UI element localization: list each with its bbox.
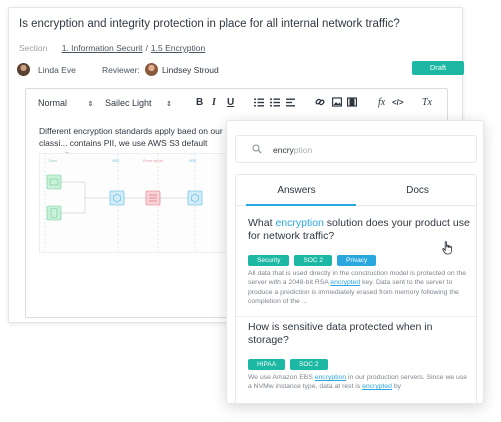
status-badge[interactable]: Draft <box>412 61 464 75</box>
italic-icon[interactable]: I <box>212 97 216 108</box>
section-label: Section <box>19 43 48 53</box>
breadcrumb-subsection-link[interactable]: 1.5 Encryption <box>151 43 205 53</box>
result-item[interactable]: What encryption solution does your produ… <box>248 217 470 306</box>
ordered-list-icon[interactable] <box>254 98 264 107</box>
code-icon[interactable]: </> <box>392 97 404 108</box>
search-input[interactable]: encryption <box>235 135 477 163</box>
result-tags: Security SOC 2 Privacy <box>248 249 470 266</box>
results-tabs: Answers Docs <box>236 175 476 206</box>
search-autocomplete: ption <box>293 145 313 155</box>
chevron-updown-icon: ⇕ <box>166 101 172 108</box>
tab-answers[interactable]: Answers <box>236 175 357 206</box>
tab-docs[interactable]: Docs <box>357 175 478 206</box>
diagram-label-vbs: VBS <box>112 159 120 163</box>
video-icon[interactable] <box>347 97 357 107</box>
question-title: Is encryption and integrity protection i… <box>19 18 400 30</box>
snippet-text: by <box>391 383 402 391</box>
result-title[interactable]: How is sensitive data protected when in … <box>248 321 470 347</box>
snippet-text: We use Amazon EBS <box>248 374 315 381</box>
bold-icon[interactable]: B <box>196 97 203 108</box>
search-panel: encryption Answers Docs What encryption … <box>226 120 484 404</box>
reviewer-name[interactable]: Lindsey Stroud <box>162 65 219 75</box>
result-item[interactable]: How is sensitive data protected when in … <box>248 321 470 392</box>
paragraph-style-label: Normal <box>38 98 68 108</box>
paragraph-style-select[interactable]: Normal ⇕ <box>38 98 93 108</box>
align-left-icon[interactable] <box>286 98 296 107</box>
result-divider <box>236 316 476 317</box>
font-select[interactable]: Sailec Light ⇕ <box>105 98 172 108</box>
assignment-row: Linda Eve Reviewer: Lindsey Stroud Draft <box>17 60 464 78</box>
bullet-list-icon[interactable] <box>270 98 280 107</box>
image-icon[interactable] <box>332 97 342 107</box>
diagram-label-vbs-2: VBS <box>189 159 197 163</box>
results-panel: Answers Docs What encryption solution do… <box>235 174 477 403</box>
result-snippet: We use Amazon EBS encryption in our prod… <box>248 373 470 392</box>
breadcrumb: Section 1. Information Securit/1.5 Encry… <box>19 43 205 53</box>
result-snippet: All data that is used directly in the co… <box>248 269 470 306</box>
clear-format-icon[interactable]: Tx <box>422 97 432 108</box>
editor-toolbar: Normal ⇕ Sailec Light ⇕ B I U fx </> Tx <box>26 89 447 117</box>
result-title-text: What <box>248 217 276 229</box>
owner-avatar <box>17 63 30 76</box>
tag-security[interactable]: Security <box>248 255 290 266</box>
diagram-label-server: Prune server <box>143 159 164 163</box>
result-title-highlight: encryption <box>275 217 324 229</box>
tag-soc2[interactable]: SOC 2 <box>290 359 328 370</box>
reviewer-label: Reviewer: <box>102 65 140 75</box>
search-icon <box>252 144 262 154</box>
breadcrumb-section-link[interactable]: 1. Information Securit <box>62 43 143 53</box>
hand-cursor-icon <box>442 241 452 255</box>
snippet-highlight: encrypted <box>362 383 392 391</box>
diagram-graphic: Client VBS Prune server VBS <box>44 154 203 254</box>
tag-privacy[interactable]: Privacy <box>337 255 377 266</box>
diagram-label-client: Client <box>48 159 57 163</box>
snippet-highlight: encryption <box>314 374 347 381</box>
search-typed-text: encry <box>273 145 294 155</box>
tag-hipaa[interactable]: HIPAA <box>248 359 286 370</box>
architecture-diagram: Client VBS Prune server VBS <box>39 153 239 254</box>
link-icon[interactable] <box>315 97 325 107</box>
active-tab-indicator <box>246 204 356 206</box>
result-tags: HIPAA SOC 2 <box>248 353 470 370</box>
result-title[interactable]: What encryption solution does your produ… <box>248 217 470 243</box>
owner-name: Linda Eve <box>38 65 76 75</box>
tag-soc2[interactable]: SOC 2 <box>294 255 332 266</box>
reviewer-avatar <box>145 63 158 76</box>
underline-icon[interactable]: U <box>227 97 234 108</box>
search-query: encryption <box>273 145 312 155</box>
chevron-updown-icon: ⇕ <box>87 101 94 108</box>
formula-icon[interactable]: fx <box>378 97 385 108</box>
breadcrumb-separator: / <box>145 43 148 53</box>
snippet-highlight: encrypted <box>330 279 361 287</box>
font-label: Sailec Light <box>105 98 152 108</box>
